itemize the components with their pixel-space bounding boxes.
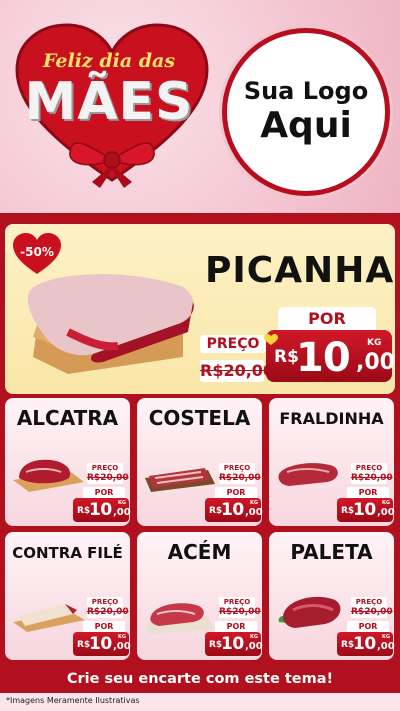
preco-label: PREÇO <box>351 597 387 607</box>
product-name: COSTELA <box>148 406 251 430</box>
price-cents: ,00 <box>113 507 131 518</box>
product-price: R$ 10 ,00 KG <box>205 498 263 522</box>
price-unit: KG <box>250 500 258 506</box>
price-unit: KG <box>382 500 390 506</box>
meat-image <box>278 463 338 486</box>
price-integer: 10 <box>89 500 112 520</box>
product-price: R$ 10 ,00 KG <box>337 498 395 522</box>
old-price: R$20,00 <box>219 607 261 618</box>
preco-label: PREÇO <box>219 597 255 607</box>
featured-preco-label: PREÇO <box>200 335 266 353</box>
product-card: ALCATRA PREÇO R$20,00 POR R$ 10 ,00 KG <box>5 398 131 526</box>
price-integer: 10 <box>296 335 351 381</box>
price-cents: ,00 <box>356 350 395 375</box>
preco-label: PREÇO <box>351 463 387 473</box>
price-unit: KG <box>118 634 126 640</box>
product-name: PALETA <box>290 540 373 564</box>
disclaimer: *Imagens Meramente Ilustrativas <box>6 696 140 705</box>
price-integer: 10 <box>353 500 376 520</box>
flyer: Feliz dia das MÃES Sua Logo Aqui -50% PI… <box>0 0 400 711</box>
footer: *Imagens Meramente Ilustrativas <box>0 693 400 711</box>
meat-image <box>145 603 213 634</box>
header-line2: MÃES <box>24 72 194 132</box>
price-cents: ,00 <box>245 507 263 518</box>
price-unit: KG <box>367 338 382 348</box>
price-unit: KG <box>382 634 390 640</box>
logo-line2: Aqui <box>260 104 352 146</box>
old-price: R$20,00 <box>87 607 129 618</box>
product-price: R$ 10 ,00 KG <box>205 632 263 656</box>
preco-label: PREÇO <box>87 597 123 607</box>
featured-por-label: POR <box>278 307 376 331</box>
header-line1: Feliz dia das <box>42 50 176 72</box>
price-cents: ,00 <box>377 507 395 518</box>
featured-old-price: R$20,00 <box>200 360 275 382</box>
product-card: FRALDINHA PREÇO R$20,00 POR R$ 10 ,00 KG <box>269 398 395 526</box>
product-card: ACÉM PREÇO R$20,00 POR R$ 10 ,00 KG <box>137 532 263 660</box>
logo-placeholder[interactable]: Sua Logo Aqui <box>222 28 390 196</box>
por-label: POR <box>215 487 257 498</box>
meat-image <box>278 596 341 628</box>
por-label: POR <box>83 487 125 498</box>
discount-badge: -50% <box>20 245 54 259</box>
por-label: POR <box>347 621 389 632</box>
picanha-image <box>27 274 194 374</box>
price-integer: 10 <box>221 500 244 520</box>
meat-image <box>13 459 84 492</box>
old-price: R$20,00 <box>87 473 129 484</box>
old-price: R$20,00 <box>219 473 261 484</box>
featured-price: R$ 10 ,00 KG <box>266 330 395 382</box>
product-name: ACÉM <box>167 540 232 564</box>
product-price: R$ 10 ,00 KG <box>73 632 131 656</box>
meat-image <box>13 604 85 632</box>
price-integer: 10 <box>89 634 112 654</box>
product-price: R$ 10 ,00 KG <box>337 632 395 656</box>
heart-icon <box>264 334 278 345</box>
por-label: POR <box>215 621 257 632</box>
product-card: COSTELA PREÇO R$20,00 POR R$ 10 ,00 KG <box>137 398 263 526</box>
price-integer: 10 <box>353 634 376 654</box>
old-price: R$20,00 <box>351 473 393 484</box>
product-name: ALCATRA <box>16 406 119 430</box>
meat-image <box>145 468 215 492</box>
price-cents: ,00 <box>113 641 131 652</box>
preco-label: PREÇO <box>87 463 123 473</box>
product-card: PALETA PREÇO R$20,00 POR R$ 10 ,00 KG <box>269 532 395 660</box>
product-card: CONTRA FILÉ PREÇO R$20,00 POR R$ 10 ,00 … <box>5 532 131 660</box>
old-price: R$20,00 <box>351 607 393 618</box>
por-label: POR <box>347 487 389 498</box>
price-cents: ,00 <box>245 641 263 652</box>
logo-line1: Sua Logo <box>243 77 369 106</box>
price-unit: KG <box>250 634 258 640</box>
price-cents: ,00 <box>377 641 395 652</box>
featured-product-name: PICANHA <box>205 250 395 291</box>
price-unit: KG <box>118 500 126 506</box>
product-name: FRALDINHA <box>279 409 384 428</box>
preco-label: PREÇO <box>219 463 255 473</box>
product-name: CONTRA FILÉ <box>12 544 123 562</box>
cta-text[interactable]: Crie seu encarte com este tema! <box>10 666 390 692</box>
price-integer: 10 <box>221 634 244 654</box>
por-label: POR <box>83 621 125 632</box>
product-price: R$ 10 ,00 KG <box>73 498 131 522</box>
